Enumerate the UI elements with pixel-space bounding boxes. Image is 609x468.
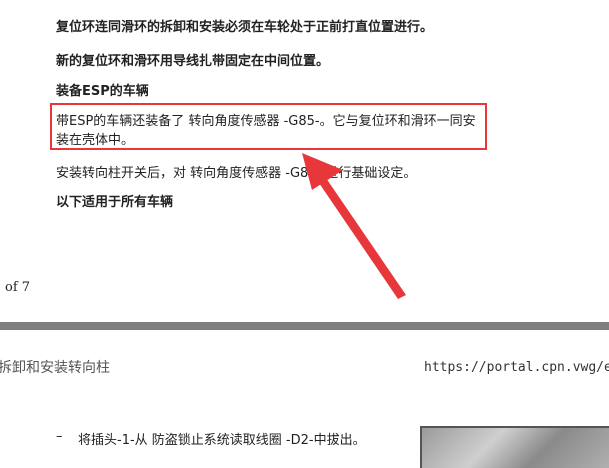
document-page-bottom: 拆卸和安装转向柱 https://portal.cpn.vwg/e – 将插头-… [0,330,609,468]
page-header-title: 拆卸和安装转向柱 [0,360,110,376]
highlighted-text-line-2: 装在壳体中。 [56,133,135,148]
instruction-line-basic-setting: 安装转向柱开关后，对 转向角度传感器 -G85- 进行基础设定。 [56,166,417,181]
section-heading-all-vehicles: 以下适用于所有车辆 [56,195,174,210]
highlighted-text-line-1: 带ESP的车辆还装备了 转向角度传感器 -G85-。它与复位环和滑环一同安 [56,114,476,129]
section-heading-esp: 装备ESP的车辆 [56,84,149,99]
component-photo [420,426,609,468]
document-page-top: 复位环连同滑环的拆卸和安装必须在车轮处于正前打直位置进行。 新的复位环和滑环用导… [0,0,609,322]
bullet-dash: – [56,429,63,444]
page-indicator: of 7 [5,280,31,295]
instruction-line-reset-ring: 复位环连同滑环的拆卸和安装必须在车轮处于正前打直位置进行。 [56,20,434,35]
page-header-url: https://portal.cpn.vwg/e [424,360,609,375]
instruction-line-cable-tie: 新的复位环和滑环用导线扎带固定在中间位置。 [56,54,330,69]
page-divider [0,322,609,330]
instruction-step-unplug: 将插头-1-从 防盗锁止系统读取线圈 -D2-中拔出。 [78,433,366,448]
